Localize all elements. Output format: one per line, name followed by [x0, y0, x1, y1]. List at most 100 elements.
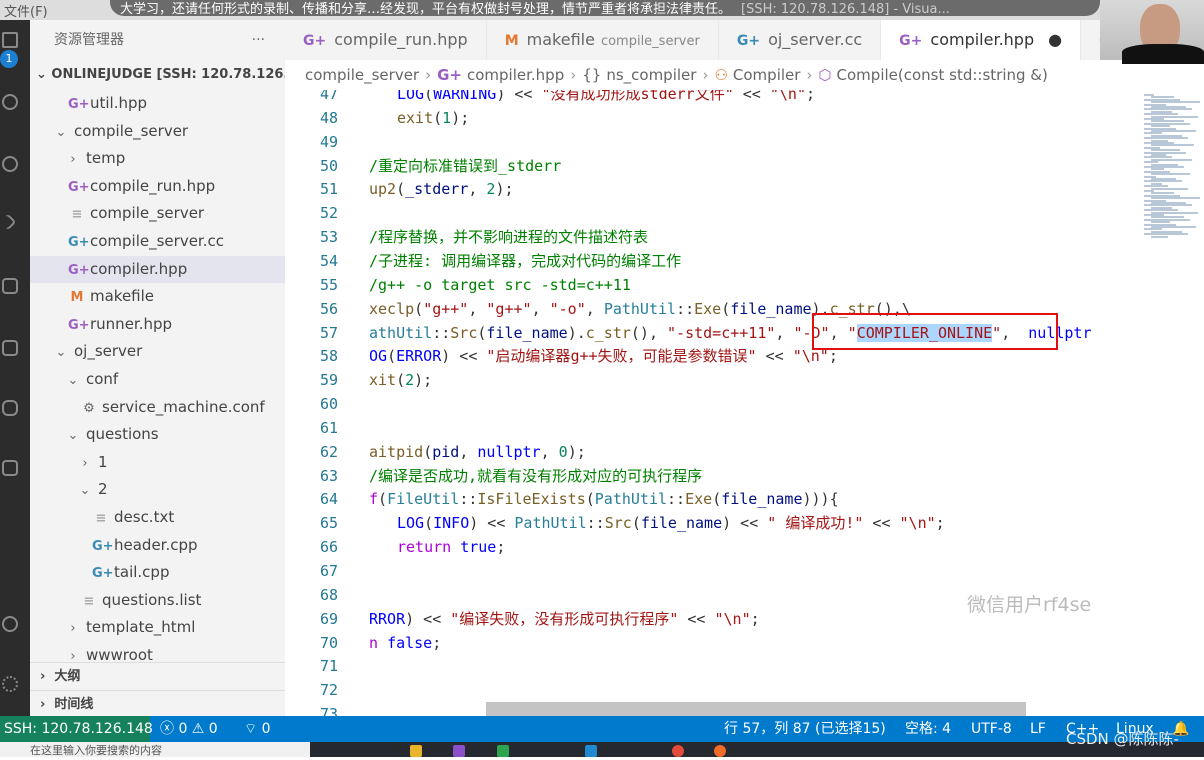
code-token: return [397, 538, 452, 557]
tree-item[interactable]: › template_html [30, 614, 285, 642]
cc-file-icon: G+ [92, 566, 114, 582]
code-token: ( [423, 442, 433, 461]
remote-indicator[interactable]: SSH: 120.78.126.148 [0, 716, 153, 742]
tree-item[interactable]: ≡ compile_server [30, 200, 285, 228]
tab-makefile[interactable]: Mmakefile compile_server [487, 20, 719, 60]
settings-gear-icon[interactable] [2, 676, 18, 692]
menu-file[interactable]: 文件(F) [4, 1, 48, 20]
tree-item[interactable]: G+compile_server.cc [30, 228, 285, 256]
extensions-icon[interactable] [2, 278, 18, 294]
ports-indicator[interactable]: ⌔ 0 [244, 716, 271, 742]
line-ending[interactable]: LF [1030, 716, 1046, 742]
run-debug-icon[interactable] [0, 213, 17, 231]
code-editor[interactable]: 73 72 71 70 n false; 69 RROR) << "编译失败，没有形成可执行… [285, 90, 1140, 716]
tree-item[interactable]: G+tail.cpp [30, 559, 285, 587]
code-text: up2(_stderr, 2); [369, 177, 514, 201]
tree-item[interactable]: ⌄ oj_server [30, 338, 285, 366]
breadcrumb-item[interactable]: G+ compiler.hpp [437, 66, 564, 84]
remote-explorer-icon[interactable] [2, 340, 18, 356]
method-icon: ⬡ [818, 66, 832, 84]
code-token: OG [369, 347, 388, 366]
layers-icon[interactable] [2, 460, 18, 476]
code-token: << [756, 347, 793, 366]
tree-item[interactable]: ⌄ conf [30, 366, 285, 394]
code-token: WARNING [433, 90, 497, 103]
code-token: false [387, 633, 433, 652]
code-text: n false; [369, 631, 441, 655]
database-icon[interactable] [2, 400, 18, 416]
tree-item[interactable]: G+compile_run.hpp [30, 173, 285, 201]
source-control-icon[interactable] [2, 156, 18, 172]
cursor-position[interactable]: 行 57，列 87 (已选择15) [724, 716, 886, 742]
tree-item[interactable]: G+compiler.hpp [30, 255, 285, 284]
tree-item-label: desc.txt [114, 507, 175, 526]
file-explorer-icon[interactable] [410, 745, 422, 757]
ports-count: 0 [261, 721, 271, 737]
tab-compiler-hpp[interactable]: G+ compiler.hpp ● [881, 20, 1082, 60]
code-token: LOG [397, 514, 425, 533]
breadcrumb-item[interactable]: compile_server [305, 66, 419, 84]
tree-item[interactable]: G+runner.hpp [30, 311, 285, 339]
code-token: "\n" [899, 514, 936, 533]
breadcrumb-item[interactable]: {} ns_compiler [582, 66, 696, 84]
modified-dot-icon[interactable]: ● [1048, 30, 1062, 49]
horizontal-scrollbar[interactable] [486, 702, 1026, 716]
tab-compile-run-hpp[interactable]: G+ compile_run.hpp [285, 20, 487, 60]
tree-item[interactable]: ⌄ questions [30, 421, 285, 449]
more-actions-button[interactable]: ··· [252, 20, 265, 60]
timeline-section[interactable]: › 时间线 [30, 690, 285, 718]
code-token: /g++ -o target src -std=c++11 [369, 275, 631, 294]
outline-section[interactable]: › 大纲 [30, 662, 285, 690]
chevron-down-icon: ⌄ [67, 428, 79, 444]
code-token: "-o" [549, 299, 586, 318]
breadcrumb-item[interactable]: ⬡ Compile(const std::string &) [818, 66, 1047, 84]
cpp-file-icon: G+ [68, 179, 90, 195]
line-number: 66 [319, 538, 338, 557]
code-token: ; [935, 514, 945, 533]
tree-item[interactable]: › temp [30, 145, 285, 173]
visual-studio-icon[interactable] [453, 745, 465, 757]
browser-icon[interactable] [714, 745, 726, 757]
code-token: << [863, 514, 900, 533]
chrome-icon[interactable] [672, 745, 684, 757]
code-token: ). [567, 323, 586, 342]
workspace-root[interactable]: ⌄ ONLINEJUDGE [SSH: 120.78.126.... [30, 60, 285, 90]
tree-item-label: template_html [86, 618, 196, 637]
code-token: ); [495, 180, 514, 199]
watermark: 微信用户rf4se [967, 594, 1092, 616]
explorer-sidebar: 资源管理器 ··· ⌄ ONLINEJUDGE [SSH: 120.78.126.… [30, 20, 285, 718]
search-icon[interactable] [2, 94, 18, 110]
tab-description: compile_server [600, 34, 700, 49]
taskbar-search[interactable]: 在这里输入你要搜索的内容 [0, 742, 310, 757]
tree-item[interactable]: ⌄ 2 [30, 476, 285, 504]
account-icon[interactable] [2, 616, 18, 632]
minimap[interactable] [1140, 90, 1204, 716]
code-token: LOG [397, 90, 425, 103]
breadcrumb-item[interactable]: ⚇ Compiler [714, 66, 800, 84]
vscode-icon[interactable] [585, 745, 597, 757]
tab-oj-server-cc[interactable]: G+ oj_server.cc [719, 20, 882, 60]
tab-o[interactable]: G+o [1081, 20, 1100, 60]
indentation[interactable]: 空格: 4 [905, 716, 951, 742]
code-token: ( [721, 299, 731, 318]
tree-item[interactable]: G+util.hpp [30, 90, 285, 118]
chevron-down-icon: ⌄ [55, 124, 67, 140]
code-token: ); [451, 108, 470, 127]
code-token: ( [433, 108, 443, 127]
code-token: f [369, 490, 379, 509]
breadcrumb-label: compiler.hpp [467, 66, 565, 84]
tree-item[interactable]: Mmakefile [30, 283, 285, 311]
tree-item[interactable]: ⚙ service_machine.conf [30, 394, 285, 422]
explorer-icon[interactable] [2, 32, 18, 48]
tree-item[interactable]: ⌄ compile_server [30, 118, 285, 146]
problems-indicator[interactable]: ⓧ 0 ⚠ 0 [160, 716, 218, 742]
code-token: ) << [405, 609, 451, 628]
line-number: 50 [319, 156, 338, 175]
app-icon[interactable] [497, 745, 509, 757]
encoding[interactable]: UTF-8 [971, 716, 1012, 742]
tree-item[interactable]: ≡ questions.list [30, 587, 285, 615]
tree-item[interactable]: › 1 [30, 449, 285, 477]
tree-item[interactable]: G+header.cpp [30, 532, 285, 560]
text-file-icon: ≡ [95, 510, 107, 526]
tree-item[interactable]: ≡ desc.txt [30, 504, 285, 532]
